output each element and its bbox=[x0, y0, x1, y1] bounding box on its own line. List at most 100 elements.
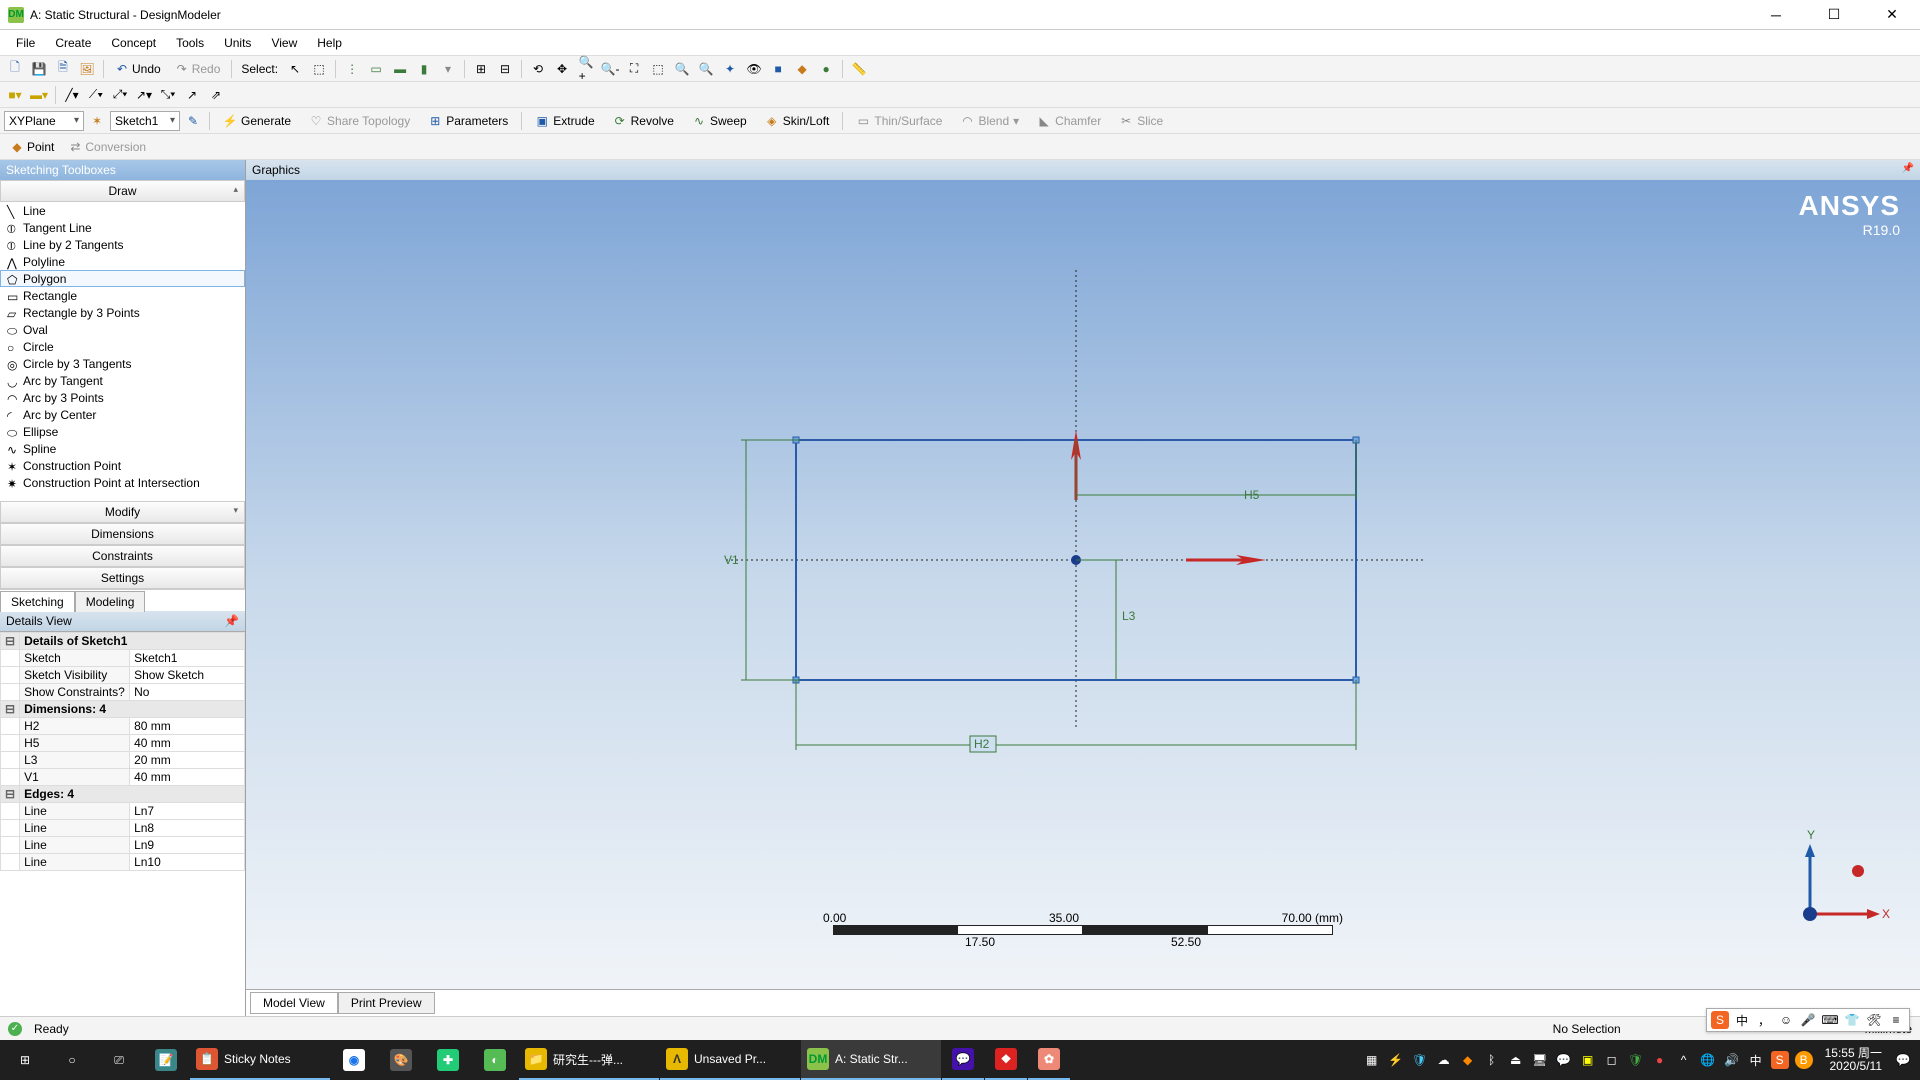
plane-new-button[interactable]: ✶ bbox=[86, 111, 108, 131]
extend-selection[interactable]: ⊞ bbox=[470, 59, 492, 79]
ime-settings-icon[interactable]: 🛠 bbox=[1865, 1011, 1883, 1029]
filter-more[interactable]: ▾ bbox=[437, 59, 459, 79]
taskbar-app-red[interactable]: ❖ bbox=[985, 1040, 1027, 1080]
collapse-group-edges[interactable]: ⊟ bbox=[1, 786, 20, 803]
zoom-in[interactable]: 🔍+ bbox=[575, 59, 597, 79]
pin-icon[interactable]: 📌 bbox=[224, 614, 239, 628]
ime-emoji-icon[interactable]: ☺ bbox=[1777, 1011, 1795, 1029]
cortana-button[interactable]: ○ bbox=[49, 1040, 95, 1080]
skin-loft-button[interactable]: ◈Skin/Loft bbox=[757, 110, 838, 132]
tray-gray-icon[interactable]: ◻ bbox=[1603, 1051, 1621, 1069]
tray-shield2-icon[interactable]: 🛡 bbox=[1627, 1051, 1645, 1069]
new-button[interactable]: 🗋 bbox=[4, 59, 26, 79]
tray-box-icon[interactable]: ▣ bbox=[1579, 1051, 1597, 1069]
tray-mon-icon[interactable]: 🖥 bbox=[1531, 1051, 1549, 1069]
taskbar-app-chat[interactable]: 💬 bbox=[942, 1040, 984, 1080]
close-button[interactable]: ✕ bbox=[1872, 3, 1912, 27]
ime-voice-icon[interactable]: 🎤 bbox=[1799, 1011, 1817, 1029]
menu-create[interactable]: Create bbox=[45, 32, 101, 54]
tool-polygon[interactable]: ⬠Polygon bbox=[0, 270, 245, 287]
tray-bt-icon[interactable]: ᛒ bbox=[1483, 1051, 1501, 1069]
ime-lang-toggle[interactable]: 中 bbox=[1733, 1011, 1751, 1029]
ruler-toggle[interactable]: 📏 bbox=[848, 59, 870, 79]
ime-keyboard-icon[interactable]: ⌨ bbox=[1821, 1011, 1839, 1029]
tool-circle[interactable]: ○Circle bbox=[0, 338, 245, 355]
line-style-5[interactable]: ↗ bbox=[181, 85, 203, 105]
tool-arc-3-points[interactable]: ◠Arc by 3 Points bbox=[0, 389, 245, 406]
filter-faces[interactable]: ▬ bbox=[389, 59, 411, 79]
display-plane[interactable]: ◆ bbox=[791, 59, 813, 79]
display-model[interactable]: ■ bbox=[767, 59, 789, 79]
tab-modeling[interactable]: Modeling bbox=[75, 591, 146, 612]
pan-view[interactable]: ✥ bbox=[551, 59, 573, 79]
blend-button[interactable]: ◠Blend▾ bbox=[952, 110, 1027, 132]
select-cursor[interactable]: ↖ bbox=[284, 59, 306, 79]
filter-edges[interactable]: ▭ bbox=[365, 59, 387, 79]
save-button[interactable]: 💾 bbox=[28, 59, 50, 79]
tray-user-icon[interactable]: B bbox=[1795, 1051, 1813, 1069]
plane-combo[interactable]: XYPlane bbox=[4, 111, 84, 131]
line-style-3[interactable]: ↗▾ bbox=[133, 85, 155, 105]
menu-tools[interactable]: Tools bbox=[166, 32, 214, 54]
sweep-button[interactable]: ∿Sweep bbox=[684, 110, 755, 132]
tray-grid-icon[interactable]: ▦ bbox=[1363, 1051, 1381, 1069]
select-new[interactable]: ⬚ bbox=[308, 59, 330, 79]
tool-construction-point[interactable]: ✶Construction Point bbox=[0, 457, 245, 474]
draw-category-header[interactable]: Draw▴ bbox=[0, 180, 245, 202]
pinned-app-1[interactable]: ✚ bbox=[425, 1040, 471, 1080]
display-points[interactable]: ● bbox=[815, 59, 837, 79]
tray-cloud-icon[interactable]: ☁ bbox=[1435, 1051, 1453, 1069]
tray-eject-icon[interactable]: ⏏ bbox=[1507, 1051, 1525, 1069]
zoom-fit[interactable]: ⛶ bbox=[623, 59, 645, 79]
extrude-button[interactable]: ▣Extrude bbox=[527, 110, 602, 132]
dim-h2-value[interactable]: 80 mm bbox=[130, 718, 245, 735]
tray-wechat-icon[interactable]: 💬 bbox=[1555, 1051, 1573, 1069]
menu-file[interactable]: File bbox=[6, 32, 45, 54]
tool-polyline[interactable]: ⋀Polyline bbox=[0, 253, 245, 270]
share-topology-button[interactable]: ♡Share Topology bbox=[301, 110, 418, 132]
thin-surface-button[interactable]: ▭Thin/Surface bbox=[848, 110, 950, 132]
tool-spline[interactable]: ∿Spline bbox=[0, 440, 245, 457]
taskbar-app-pink[interactable]: ✿ bbox=[1028, 1040, 1070, 1080]
tab-model-view[interactable]: Model View bbox=[250, 992, 338, 1014]
menu-view[interactable]: View bbox=[261, 32, 307, 54]
filter-points[interactable]: ⋮ bbox=[341, 59, 363, 79]
collapse-group-sketch[interactable]: ⊟ bbox=[1, 633, 20, 650]
tool-arc-center[interactable]: ◜Arc by Center bbox=[0, 406, 245, 423]
settings-category-header[interactable]: Settings bbox=[0, 567, 245, 589]
zoom-box[interactable]: ⬚ bbox=[647, 59, 669, 79]
dimensions-category-header[interactable]: Dimensions bbox=[0, 523, 245, 545]
magnify[interactable]: 🔍 bbox=[671, 59, 693, 79]
edge-color[interactable]: ▬▾ bbox=[28, 85, 50, 105]
tool-arc-tangent[interactable]: ◡Arc by Tangent bbox=[0, 372, 245, 389]
rotate-view[interactable]: ⟲ bbox=[527, 59, 549, 79]
line-tool[interactable]: ╱▾ bbox=[61, 85, 83, 105]
collapse-group-dims[interactable]: ⊟ bbox=[1, 701, 20, 718]
line-style-4[interactable]: ⤡▾ bbox=[157, 85, 179, 105]
pinned-notepad[interactable]: 📝 bbox=[143, 1040, 189, 1080]
slice-button[interactable]: ✂Slice bbox=[1111, 110, 1171, 132]
conversion-button[interactable]: ⇄Conversion bbox=[62, 137, 152, 157]
point-button[interactable]: ◆Point bbox=[4, 137, 60, 157]
detail-visibility-value[interactable]: Show Sketch bbox=[130, 667, 245, 684]
export-button[interactable]: 🗎 bbox=[52, 59, 74, 79]
tool-rectangle-3-points[interactable]: ▱Rectangle by 3 Points bbox=[0, 304, 245, 321]
filter-bodies[interactable]: ▮ bbox=[413, 59, 435, 79]
pinned-chrome[interactable]: ◉ bbox=[331, 1040, 377, 1080]
ime-punct-toggle[interactable]: ， bbox=[1755, 1011, 1773, 1029]
zoom-out[interactable]: 🔍- bbox=[599, 59, 621, 79]
tool-circle-3-tangents[interactable]: ◎Circle by 3 Tangents bbox=[0, 355, 245, 372]
view-triad[interactable]: Y X bbox=[1790, 839, 1880, 929]
ime-skin-icon[interactable]: 👕 bbox=[1843, 1011, 1861, 1029]
tray-ime-icon[interactable]: 中 bbox=[1747, 1051, 1765, 1069]
maximize-button[interactable]: ☐ bbox=[1814, 3, 1854, 27]
graphics-pin-icon[interactable]: 📌 bbox=[1902, 163, 1914, 177]
graphics-canvas[interactable]: ANSYS R19.0 bbox=[246, 180, 1920, 989]
ime-menu-icon[interactable]: ≡ bbox=[1887, 1011, 1905, 1029]
tool-tangent-line[interactable]: ⦶Tangent Line bbox=[0, 219, 245, 236]
tray-bolt-icon[interactable]: ⚡ bbox=[1387, 1051, 1405, 1069]
tray-red-icon[interactable]: ● bbox=[1651, 1051, 1669, 1069]
line-style-6[interactable]: ⇗ bbox=[205, 85, 227, 105]
tray-shield-icon[interactable]: 🛡 bbox=[1411, 1051, 1429, 1069]
modify-category-header[interactable]: Modify▾ bbox=[0, 501, 245, 523]
